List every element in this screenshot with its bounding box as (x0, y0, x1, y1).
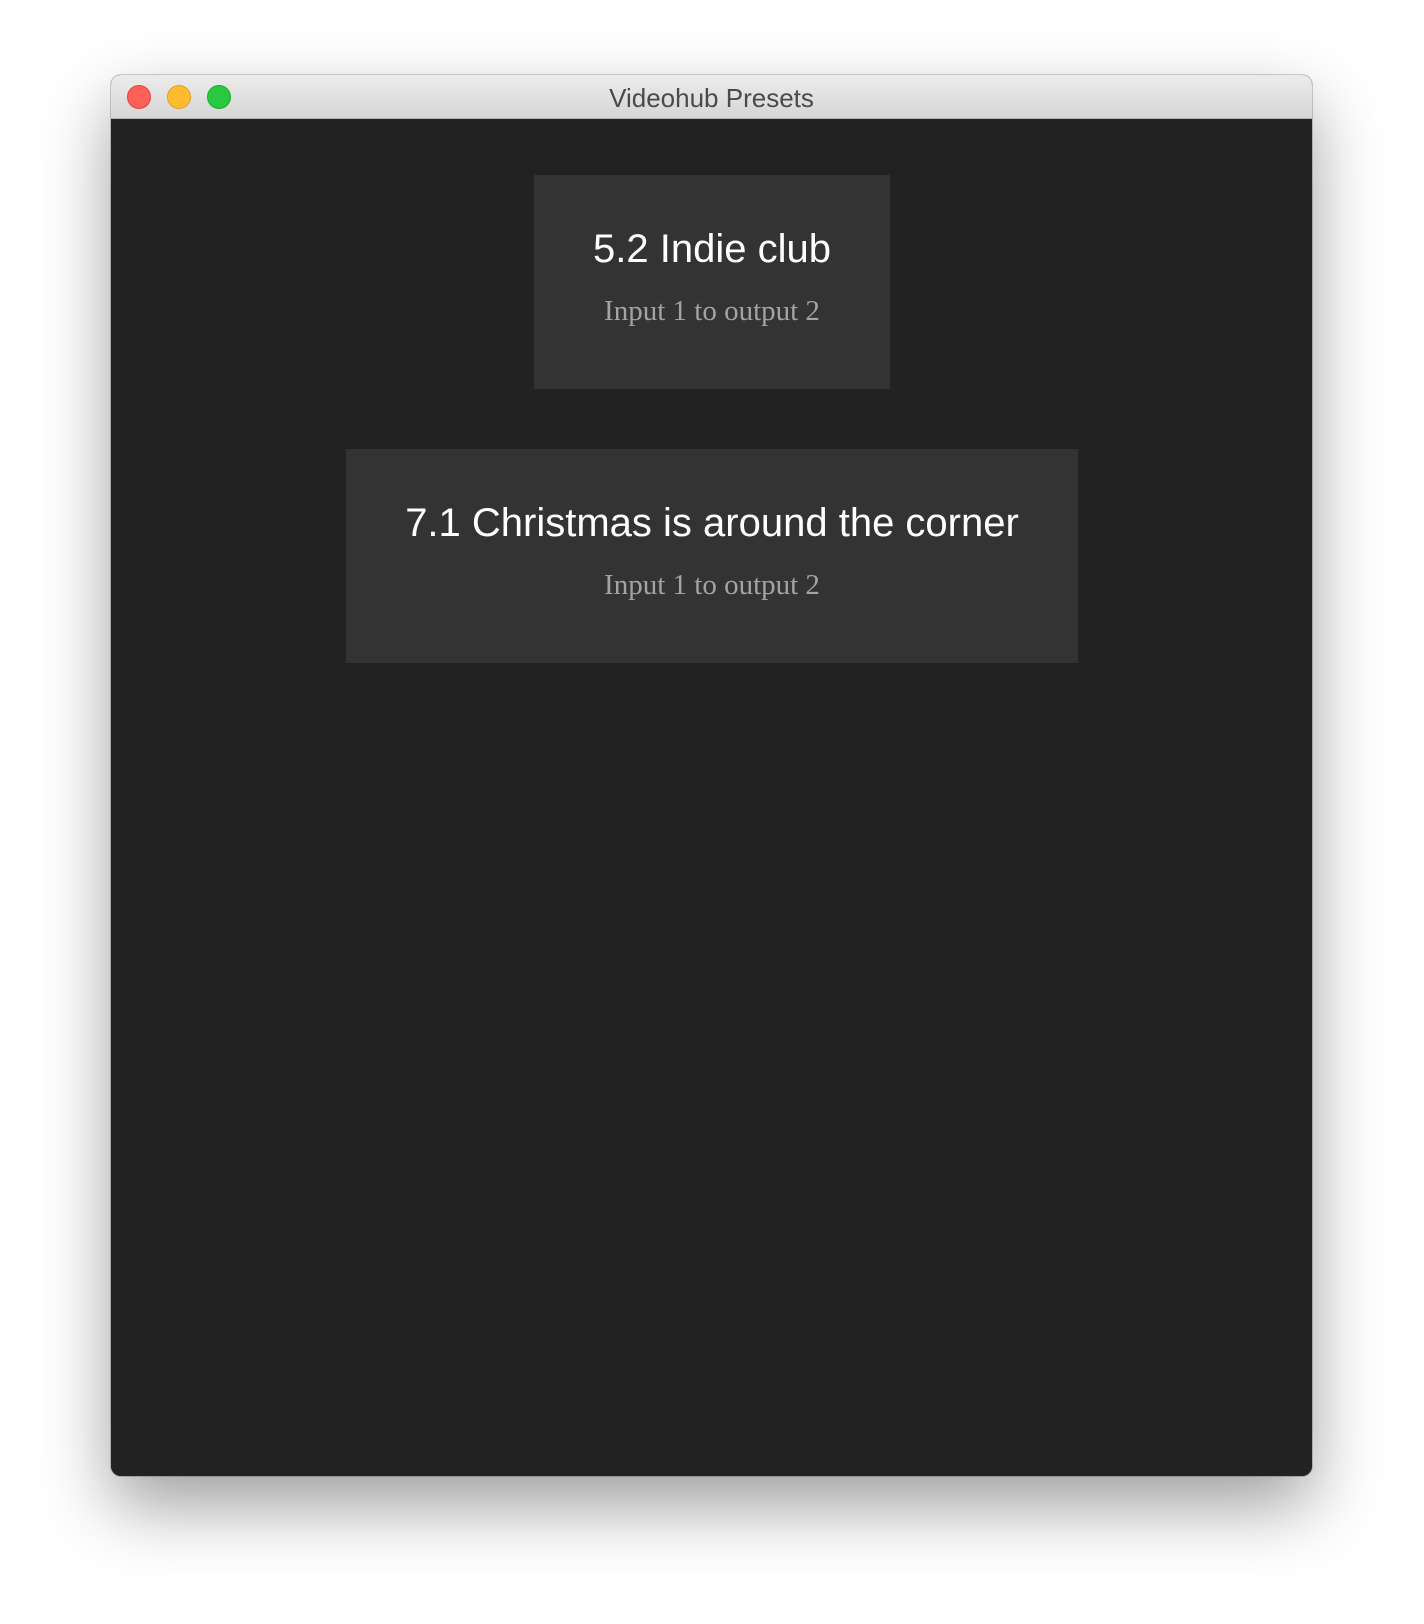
preset-card[interactable]: 5.2 Indie club Input 1 to output 2 (534, 175, 890, 389)
preset-route: Input 1 to output 2 (604, 569, 820, 601)
preset-list: 5.2 Indie club Input 1 to output 2 7.1 C… (111, 119, 1312, 1476)
preset-name: 5.2 Indie club (593, 227, 831, 271)
preset-card[interactable]: 7.1 Christmas is around the corner Input… (346, 449, 1078, 663)
preset-name: 7.1 Christmas is around the corner (405, 501, 1019, 545)
preset-route: Input 1 to output 2 (604, 295, 820, 327)
window-title: Videohub Presets (609, 83, 814, 113)
title-bar[interactable]: Videohub Presets (111, 75, 1312, 119)
app-window: Videohub Presets 5.2 Indie club Input 1 … (111, 75, 1312, 1476)
